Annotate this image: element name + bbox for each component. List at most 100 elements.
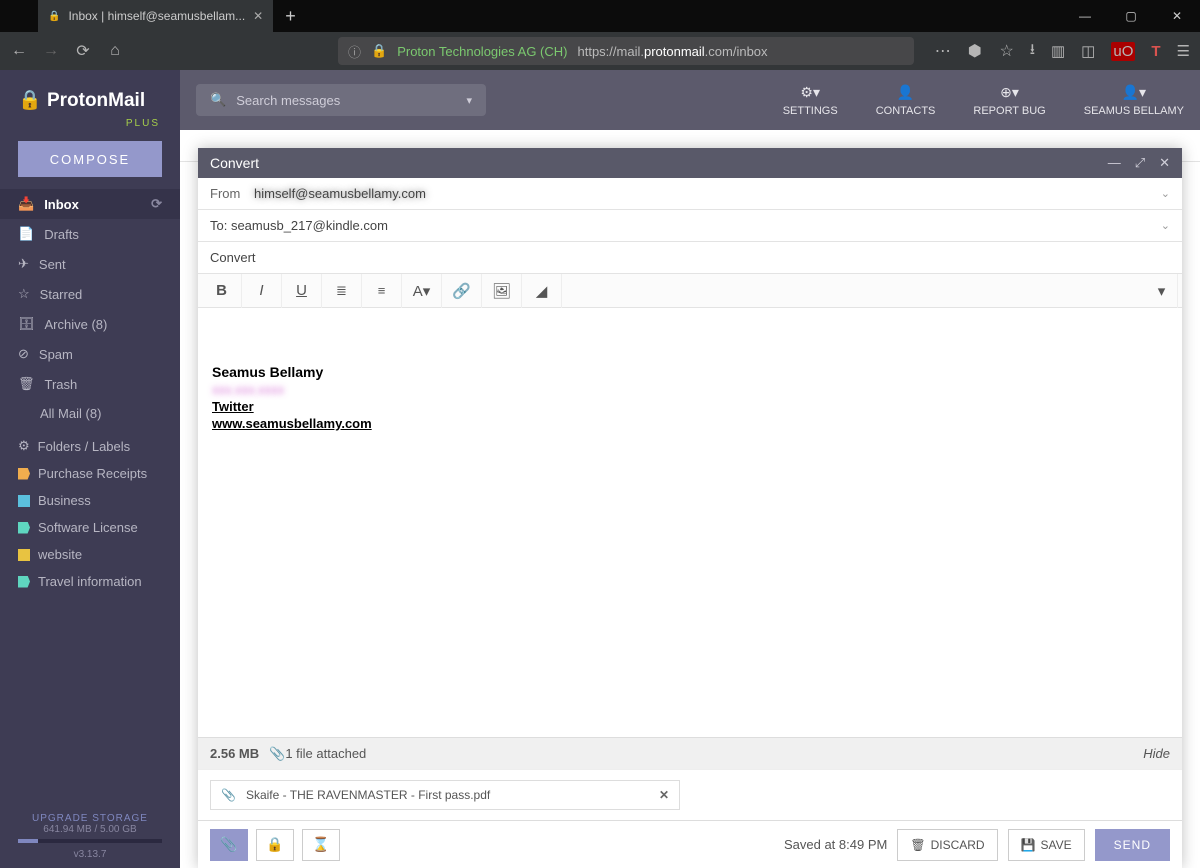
- underline-button[interactable]: U: [282, 274, 322, 308]
- sidebar-item-archive[interactable]: 🗄Archive (8): [0, 309, 180, 339]
- report-bug-button[interactable]: ⊕▾REPORT BUG: [973, 84, 1045, 117]
- file-icon: 📄: [18, 226, 34, 242]
- from-field[interactable]: From himself@seamusbellamy.com ⌄: [198, 178, 1182, 210]
- pocket-icon[interactable]: ⬢: [966, 41, 984, 61]
- home-button[interactable]: ⌂: [106, 42, 124, 60]
- sidebar-item-inbox[interactable]: 📥 Inbox ⟳: [0, 189, 180, 219]
- close-window-button[interactable]: ✕: [1154, 0, 1200, 32]
- maximize-button[interactable]: ▢: [1108, 0, 1154, 32]
- search-input[interactable]: 🔍 Search messages ▾: [196, 84, 486, 116]
- storage-bar: [18, 839, 162, 843]
- attachment-filename: Skaife - THE RAVENMASTER - First pass.pd…: [246, 788, 490, 802]
- chevron-down-icon[interactable]: ⌄: [1161, 219, 1170, 232]
- inbox-icon: 📥: [18, 196, 34, 212]
- send-button[interactable]: SEND: [1095, 829, 1170, 861]
- attach-button[interactable]: 📎: [210, 829, 248, 861]
- protonmail-app: 🔒 ProtonMail PLUS COMPOSE 📥 Inbox ⟳ 📄Dra…: [0, 70, 1200, 868]
- refresh-icon[interactable]: ⟳: [151, 196, 162, 212]
- extension-icon[interactable]: T: [1151, 43, 1160, 60]
- compose-button[interactable]: COMPOSE: [18, 141, 162, 177]
- sidebar-item-sent[interactable]: ✈Sent: [0, 249, 180, 279]
- bold-button[interactable]: B: [202, 274, 242, 308]
- star-icon: ☆: [18, 286, 30, 302]
- send-icon: ✈: [18, 256, 29, 272]
- contacts-button[interactable]: 👤CONTACTS: [876, 84, 936, 117]
- to-field[interactable]: To: seamusb_217@kindle.com ⌄: [198, 210, 1182, 242]
- browser-titlebar: 🔒 Inbox | himself@seamusbellam... ✕ + — …: [0, 0, 1200, 32]
- hamburger-menu-icon[interactable]: ☰: [1177, 42, 1190, 60]
- unordered-list-button[interactable]: ≣: [322, 274, 362, 308]
- logo: 🔒 ProtonMail: [0, 70, 180, 118]
- contacts-icon: 👤: [897, 84, 914, 101]
- sidebar-item-drafts[interactable]: 📄Drafts: [0, 219, 180, 249]
- signature-website-link[interactable]: www.seamusbellamy.com: [212, 416, 1168, 431]
- hide-attachments-link[interactable]: Hide: [1143, 746, 1170, 761]
- expand-composer-icon[interactable]: ⤢: [1135, 155, 1145, 171]
- user-icon: 👤▾: [1122, 84, 1146, 101]
- sidebar-item-allmail[interactable]: All Mail (8): [0, 399, 180, 428]
- composer-titlebar[interactable]: Convert — ⤢ ✕: [198, 148, 1182, 178]
- close-composer-icon[interactable]: ✕: [1159, 155, 1170, 171]
- library-icon[interactable]: ▥: [1051, 42, 1065, 60]
- italic-button[interactable]: I: [242, 274, 282, 308]
- minimize-button[interactable]: —: [1062, 0, 1108, 32]
- ban-icon: ⊘: [18, 346, 29, 362]
- chevron-down-icon[interactable]: ⌄: [1161, 187, 1170, 200]
- sidebar-item-trash[interactable]: 🗑Trash: [0, 369, 180, 399]
- browser-tab[interactable]: 🔒 Inbox | himself@seamusbellam... ✕: [38, 0, 273, 32]
- font-color-button[interactable]: A▾: [402, 274, 442, 308]
- close-tab-icon[interactable]: ✕: [253, 9, 263, 23]
- cert-label: Proton Technologies AG (CH): [397, 44, 567, 59]
- attachment-count: 1 file attached: [285, 746, 366, 761]
- settings-button[interactable]: ⚙▾SETTINGS: [783, 84, 838, 117]
- url-text: https://mail.protonmail.com/inbox: [578, 44, 768, 59]
- download-icon[interactable]: ⭳: [1030, 39, 1035, 64]
- signature-name: Seamus Bellamy: [212, 364, 1168, 380]
- tag-icon: [18, 468, 30, 480]
- ublock-icon[interactable]: uO: [1111, 42, 1135, 61]
- reload-button[interactable]: ⟳: [74, 41, 92, 61]
- discard-button[interactable]: 🗑DISCARD: [897, 829, 997, 861]
- label-purchase-receipts[interactable]: Purchase Receipts: [0, 460, 180, 487]
- gear-icon: ⚙▾: [800, 84, 820, 101]
- page-actions-icon[interactable]: ⋯: [934, 41, 952, 61]
- upgrade-storage-link[interactable]: UPGRADE STORAGE: [0, 813, 180, 824]
- more-format-button[interactable]: ▾: [1146, 274, 1178, 308]
- archive-icon: 🗄: [18, 316, 35, 332]
- ordered-list-button[interactable]: ≡: [362, 274, 402, 308]
- save-button[interactable]: 💾SAVE: [1008, 829, 1085, 861]
- new-tab-button[interactable]: +: [273, 6, 308, 27]
- sidebar-item-spam[interactable]: ⊘Spam: [0, 339, 180, 369]
- label-business[interactable]: Business: [0, 487, 180, 514]
- message-body[interactable]: Seamus Bellamy xxx.xxx.xxxx Twitter www.…: [198, 308, 1182, 737]
- subject-field[interactable]: Convert: [198, 242, 1182, 274]
- minimize-composer-icon[interactable]: —: [1108, 155, 1121, 171]
- remove-attachment-icon[interactable]: ✕: [659, 788, 669, 802]
- folder-icon: [18, 495, 30, 507]
- folders-labels-header[interactable]: ⚙Folders / Labels: [0, 428, 180, 460]
- plan-badge: PLUS: [0, 118, 180, 129]
- link-button[interactable]: 🔗: [442, 274, 482, 308]
- signature-twitter-link[interactable]: Twitter: [212, 399, 1168, 414]
- chevron-down-icon[interactable]: ▾: [466, 94, 472, 107]
- version-text: v3.13.7: [0, 849, 180, 860]
- user-menu[interactable]: 👤▾SEAMUS BELLAMY: [1084, 84, 1184, 117]
- trash-icon: 🗑: [18, 376, 35, 392]
- image-button[interactable]: 🖼: [482, 274, 522, 308]
- label-website[interactable]: website: [0, 541, 180, 568]
- sidebar-icon[interactable]: ◫: [1081, 42, 1095, 60]
- sidebar-item-starred[interactable]: ☆Starred: [0, 279, 180, 309]
- attachment-item[interactable]: 📎 Skaife - THE RAVENMASTER - First pass.…: [210, 780, 680, 810]
- bug-icon: ⊕▾: [1000, 84, 1019, 101]
- expiration-button[interactable]: ⌛: [302, 829, 340, 861]
- bookmark-star-icon[interactable]: ☆: [998, 41, 1016, 61]
- address-bar[interactable]: ⓘ 🔒 Proton Technologies AG (CH) https://…: [338, 37, 914, 65]
- back-button[interactable]: ←: [10, 42, 28, 60]
- label-travel-information[interactable]: Travel information: [0, 568, 180, 595]
- clear-format-button[interactable]: ◢: [522, 274, 562, 308]
- ssl-lock-icon: 🔒: [371, 43, 387, 59]
- encryption-button[interactable]: 🔒: [256, 829, 294, 861]
- label-software-license[interactable]: Software License: [0, 514, 180, 541]
- info-icon[interactable]: ⓘ: [348, 42, 361, 61]
- browser-navbar: ← → ⟳ ⌂ ⓘ 🔒 Proton Technologies AG (CH) …: [0, 32, 1200, 70]
